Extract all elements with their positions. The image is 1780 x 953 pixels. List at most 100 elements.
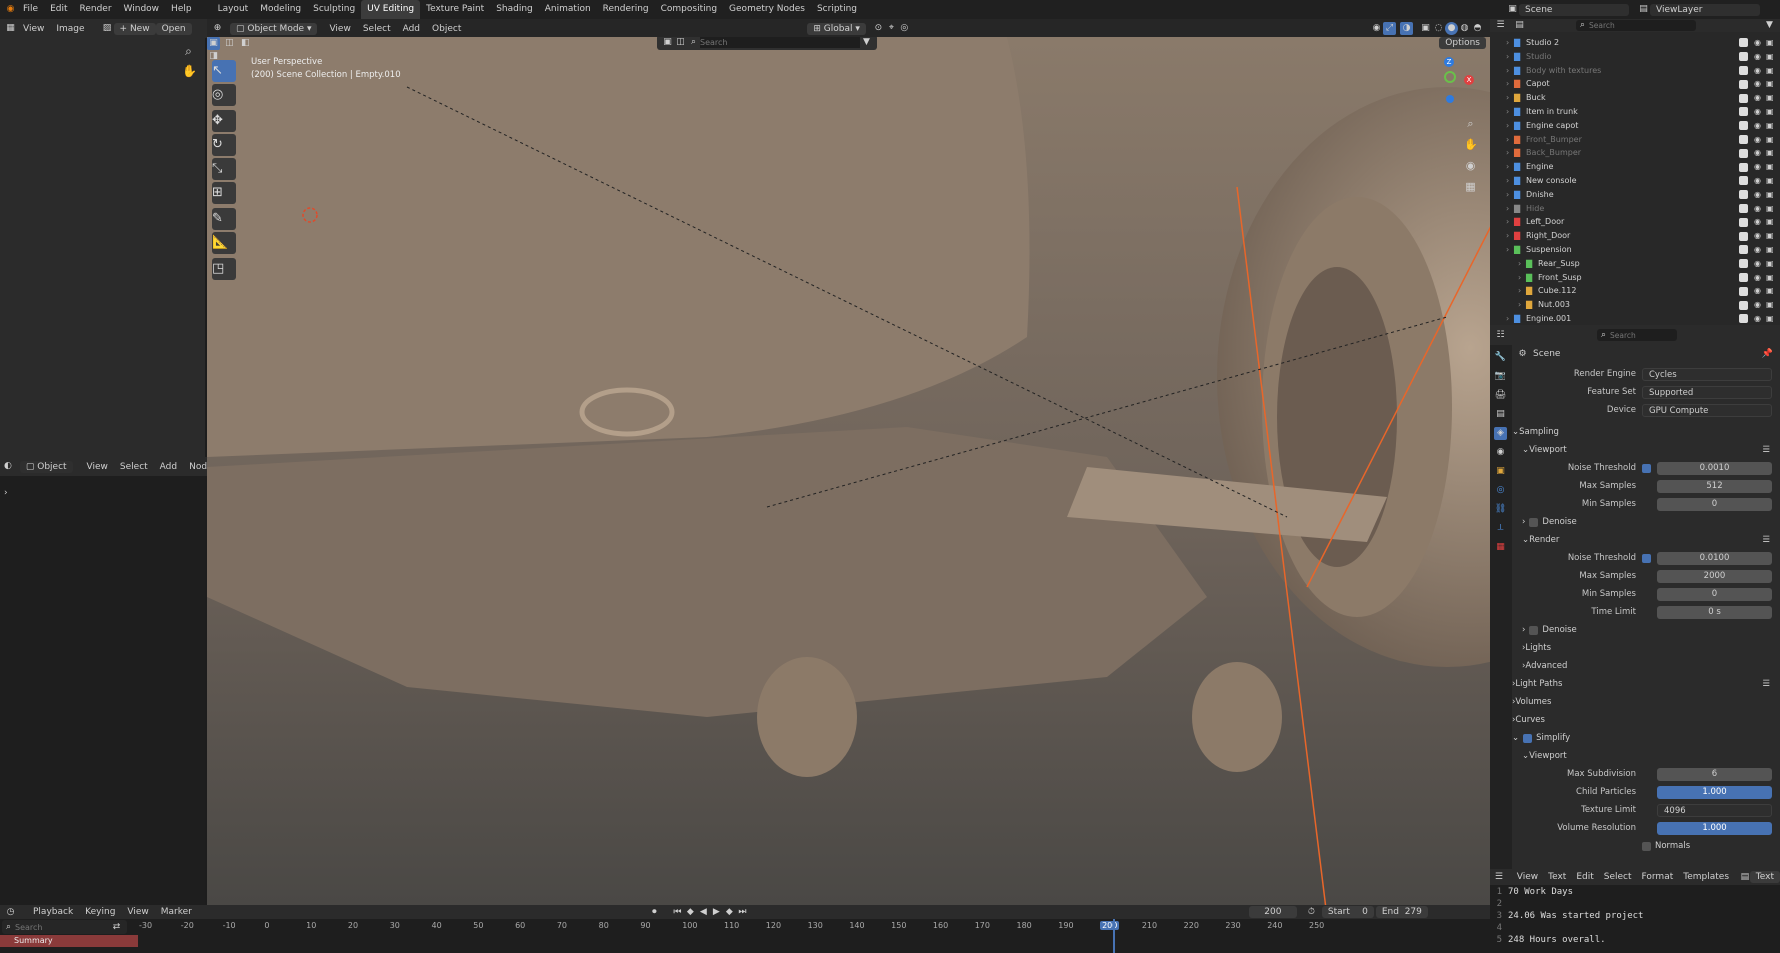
gizmo-z-axis[interactable]: Z — [1444, 57, 1454, 67]
tab-shading[interactable]: Shading — [490, 0, 539, 19]
outliner-item[interactable]: › ▇ Nut.003 ◉ ▣ — [1490, 298, 1780, 312]
camera-icon[interactable]: ▣ — [1766, 174, 1780, 188]
render-subpanel-header[interactable]: ⌄ Render ☰ — [1512, 531, 1780, 549]
text-menu-select[interactable]: Select — [1599, 872, 1637, 882]
camera-icon[interactable]: ▣ — [1766, 202, 1780, 216]
exclude-checkbox[interactable] — [1739, 190, 1748, 200]
output-tab-icon[interactable]: 🖨 — [1494, 389, 1507, 402]
advanced-subpanel-header[interactable]: › Advanced — [1512, 657, 1780, 675]
outliner-item[interactable]: › ▇ Back_Bumper ◉ ▣ — [1490, 146, 1780, 160]
swap-icon[interactable]: ⇄ — [110, 921, 123, 934]
rendered-shading-icon[interactable]: ◓ — [1471, 22, 1484, 35]
tab-sculpting[interactable]: Sculpting — [307, 0, 361, 19]
expand-arrow-icon[interactable]: › — [1506, 229, 1514, 243]
zoom-view-icon[interactable]: ⌕ — [1464, 117, 1477, 130]
options-button[interactable]: Options — [1439, 37, 1486, 49]
camera-icon[interactable]: ▣ — [1766, 146, 1780, 160]
vp-noise-checkbox[interactable] — [1642, 463, 1651, 473]
eye-icon[interactable]: ◉ — [1754, 312, 1766, 326]
texture-tab-icon[interactable]: ▦ — [1494, 541, 1507, 554]
menu-playback[interactable]: Playback — [27, 907, 79, 917]
eye-icon[interactable]: ◉ — [1754, 229, 1766, 243]
image-browse-icon[interactable]: ▨ — [101, 22, 114, 35]
pivot-icon[interactable]: ⊙ — [872, 22, 885, 35]
world-tab-icon[interactable]: ◉ — [1494, 446, 1507, 459]
node-menu-view[interactable]: View — [81, 462, 114, 472]
tab-texture-paint[interactable]: Texture Paint — [420, 0, 490, 19]
vp-min-field[interactable]: 0 — [1657, 497, 1772, 511]
pin-icon[interactable]: 📌 — [1761, 348, 1774, 361]
sampling-panel-header[interactable]: ⌄ Sampling — [1512, 423, 1780, 441]
camera-icon[interactable]: ▣ — [1766, 133, 1780, 147]
camera-icon[interactable]: ▣ — [1766, 257, 1780, 271]
visibility-icon[interactable]: ◉ — [1370, 22, 1383, 35]
camera-icon[interactable]: ▣ — [1766, 215, 1780, 229]
blender-logo-icon[interactable]: ◉ — [4, 3, 17, 16]
current-frame-field[interactable]: 200 — [1248, 906, 1297, 918]
node-menu-add[interactable]: Add — [154, 462, 183, 472]
editor-type-icon[interactable]: ▦ — [4, 22, 17, 35]
vp-menu-add[interactable]: Add — [397, 24, 426, 34]
eye-icon[interactable]: ◉ — [1754, 174, 1766, 188]
render-engine-dropdown[interactable]: Cycles — [1642, 367, 1772, 381]
exclude-checkbox[interactable] — [1739, 107, 1748, 117]
move-tool-icon[interactable]: ✥ — [212, 110, 236, 132]
expand-arrow-icon[interactable]: › — [1518, 257, 1526, 271]
outliner-item[interactable]: › ▇ Front_Susp ◉ ▣ — [1490, 271, 1780, 285]
exclude-checkbox[interactable] — [1739, 272, 1748, 282]
menu-window[interactable]: Window — [118, 0, 166, 19]
outliner-item[interactable]: › ▇ Studio 2 ◉ ▣ — [1490, 36, 1780, 50]
camera-icon[interactable]: ▣ — [1766, 271, 1780, 285]
gizmo-neg-z[interactable] — [1446, 95, 1454, 103]
uv-menu-image[interactable]: Image — [50, 24, 90, 34]
eye-icon[interactable]: ◉ — [1754, 202, 1766, 216]
tool-tab-icon[interactable]: 🔧 — [1494, 351, 1507, 364]
text-menu-edit[interactable]: Edit — [1571, 872, 1598, 882]
tab-modeling[interactable]: Modeling — [254, 0, 307, 19]
expand-arrow-icon[interactable]: › — [1518, 298, 1526, 312]
playhead[interactable] — [1113, 919, 1115, 953]
expand-arrow-icon[interactable]: › — [1506, 91, 1514, 105]
measure-tool-icon[interactable]: 📐 — [212, 232, 236, 254]
exclude-checkbox[interactable] — [1739, 134, 1748, 144]
r-noise-field[interactable]: 0.0100 — [1657, 551, 1772, 565]
eye-icon[interactable]: ◉ — [1754, 64, 1766, 78]
r-min-field[interactable]: 0 — [1657, 587, 1772, 601]
outliner-item[interactable]: › ▇ Dnishe ◉ ▣ — [1490, 188, 1780, 202]
tab-rendering[interactable]: Rendering — [597, 0, 655, 19]
viewport-search-input[interactable] — [700, 37, 860, 48]
scale-tool-icon[interactable]: ⤡ — [212, 158, 236, 180]
render-list-icon[interactable]: ☰ — [1762, 531, 1770, 549]
xray-icon[interactable]: ▣ — [1419, 22, 1432, 35]
device-dropdown[interactable]: GPU Compute — [1642, 403, 1772, 417]
add-cube-tool-icon[interactable]: ◳ — [212, 258, 236, 280]
record-icon[interactable]: ⏺ — [648, 906, 661, 919]
text-datablock-field[interactable]: Text — [1749, 871, 1780, 883]
proportional-edit-icon[interactable]: ◎ — [898, 22, 911, 35]
properties-type-icon[interactable]: ☷ — [1494, 329, 1507, 342]
camera-icon[interactable]: ▣ — [1766, 243, 1780, 257]
feature-set-dropdown[interactable]: Supported — [1642, 385, 1772, 399]
jump-start-icon[interactable]: ⏮ — [671, 906, 684, 919]
vp-noise-field[interactable]: 0.0010 — [1657, 461, 1772, 475]
select-extend-mode-icon[interactable]: ◫ — [223, 37, 236, 50]
lights-subpanel-header[interactable]: › Lights — [1512, 639, 1780, 657]
exclude-checkbox[interactable] — [1739, 65, 1748, 75]
exclude-checkbox[interactable] — [1739, 259, 1748, 269]
camera-icon[interactable]: ▣ — [1766, 77, 1780, 91]
tab-geometry-nodes[interactable]: Geometry Nodes — [723, 0, 811, 19]
outliner-item[interactable]: › ▇ New console ◉ ▣ — [1490, 174, 1780, 188]
expand-arrow-icon[interactable]: › — [1506, 312, 1514, 326]
navigation-gizmo[interactable]: Z X — [1424, 57, 1474, 107]
annotate-tool-icon[interactable]: ✎ — [212, 208, 236, 230]
eye-icon[interactable]: ◉ — [1754, 133, 1766, 147]
camera-icon[interactable]: ▣ — [1766, 91, 1780, 105]
mode-dropdown[interactable]: ▢ Object Mode ▾ — [230, 22, 318, 35]
text-menu-templates[interactable]: Templates — [1678, 872, 1734, 882]
r-noise-checkbox[interactable] — [1642, 553, 1651, 563]
expand-arrow-icon[interactable]: › — [1506, 77, 1514, 91]
outliner-item[interactable]: › ▇ Front_Bumper ◉ ▣ — [1490, 133, 1780, 147]
outliner-item[interactable]: › ▇ Capot ◉ ▣ — [1490, 77, 1780, 91]
eye-icon[interactable]: ◉ — [1754, 257, 1766, 271]
outliner-item[interactable]: › ▇ Rear_Susp ◉ ▣ — [1490, 257, 1780, 271]
